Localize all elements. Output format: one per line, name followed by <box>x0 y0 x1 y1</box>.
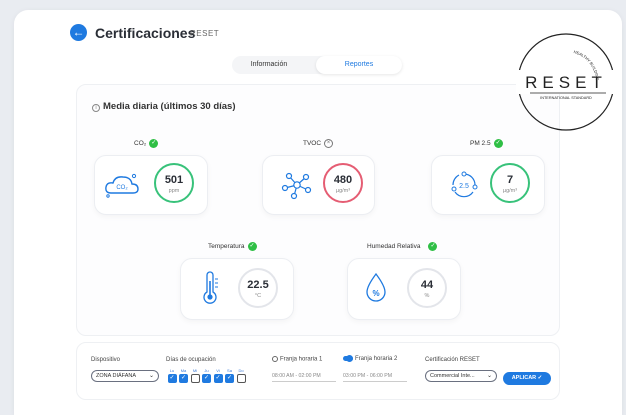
day-checkbox[interactable]: ✓ <box>202 374 211 383</box>
slot1-time-input[interactable]: 08:00 AM - 02:00 PM <box>272 373 336 382</box>
day-label: Ju <box>204 368 209 373</box>
water-drop-icon: % <box>366 272 386 302</box>
humidity-value: 44 <box>420 279 434 291</box>
day-label: Vi <box>216 368 220 373</box>
toggle-switch[interactable] <box>343 355 353 362</box>
cert-select[interactable]: Commercial Inte... ⌄ <box>425 370 497 382</box>
slot1-label: Franja horaria 1 <box>272 356 322 363</box>
particles-icon: 2.5 <box>451 171 478 198</box>
day-label: Sa <box>227 368 232 373</box>
tab-informacion[interactable]: Información <box>234 56 304 74</box>
humidity-value-ring: 44 % <box>407 268 447 308</box>
reset-logo: RESET INTERNATIONAL STANDARD HEALTHY BUI… <box>514 30 616 131</box>
humidity-label: Humedad Relativa ✓ <box>367 242 438 251</box>
check-icon: ✓ <box>247 242 257 251</box>
co2-value-ring: 501 ppm <box>154 163 194 203</box>
day-label: Mi <box>192 368 198 373</box>
molecule-icon <box>281 172 312 200</box>
day-checkbox[interactable]: ✓ <box>213 374 223 383</box>
svg-text:%: % <box>372 289 379 298</box>
slot2-label: Franja horaria 2 <box>343 355 397 362</box>
co2-label: CO₂ ✓ <box>134 139 159 148</box>
device-label: Dispositivo <box>91 357 121 363</box>
tab-reportes[interactable]: Reportes <box>316 56 402 74</box>
chevron-down-icon: ⌄ <box>148 373 154 379</box>
day-label: Lu <box>169 368 175 373</box>
cloud-co2-icon: CO₂ <box>105 173 139 198</box>
humidity-unit: % <box>424 293 430 299</box>
section-title: i Media diaria (últimos 30 días) <box>92 101 236 112</box>
temperature-unit: °C <box>254 293 262 299</box>
page-title: Certificaciones <box>95 25 196 41</box>
day-checkbox[interactable] <box>236 374 246 383</box>
pm25-unit: µg/m³ <box>502 188 518 194</box>
thermometer-icon <box>203 271 218 304</box>
check-icon: ✓ <box>428 242 438 251</box>
tab-bar: Información Reportes <box>232 56 402 74</box>
day-checkbox[interactable]: ✓ <box>179 374 188 383</box>
co2-value: 501 <box>164 174 184 186</box>
apply-button[interactable]: APLICAR ✓ <box>503 372 551 385</box>
check-icon: ✓ <box>493 139 503 148</box>
temperature-value-ring: 22.5 °C <box>238 268 278 308</box>
cert-label: Certificación RESET <box>425 357 480 363</box>
co2-unit: ppm <box>168 188 180 194</box>
device-select[interactable]: ZONA DIÁFANA ⌄ <box>91 370 159 382</box>
arrow-left-icon[interactable]: ← <box>70 24 87 41</box>
tvoc-value: 480 <box>333 174 353 186</box>
temperature-label: Temperatura ✓ <box>208 242 257 251</box>
day-label: Do <box>238 368 244 373</box>
chevron-down-icon: ⌄ <box>486 373 492 379</box>
pm25-value-ring: 7 µg/m³ <box>490 163 530 203</box>
svg-text:2.5: 2.5 <box>459 183 469 190</box>
day-label: Ma <box>180 368 187 373</box>
radio-button[interactable] <box>272 356 278 362</box>
day-checkbox[interactable]: ✓ <box>167 374 177 383</box>
days-label: Días de ocupación <box>166 357 216 363</box>
pm25-value: 7 <box>506 174 514 186</box>
day-checkbox[interactable]: ✓ <box>225 374 234 383</box>
tvoc-unit: µg/m³ <box>335 188 351 194</box>
x-circle-icon: × <box>324 139 334 148</box>
page-subtitle: RESET <box>190 29 220 38</box>
day-checkbox[interactable] <box>190 374 200 383</box>
tvoc-label: TVOC × <box>303 139 334 148</box>
temperature-value: 22.5 <box>247 279 269 291</box>
svg-text:INTERNATIONAL STANDARD: INTERNATIONAL STANDARD <box>540 96 592 100</box>
tvoc-value-ring: 480 µg/m³ <box>323 163 363 203</box>
pm25-label: PM 2.5 ✓ <box>470 139 503 148</box>
info-icon: i <box>92 104 100 112</box>
slot2-time-input[interactable]: 03:00 PM - 06:00 PM <box>343 373 407 382</box>
check-icon: ✓ <box>149 139 159 148</box>
svg-text:CO₂: CO₂ <box>116 185 128 191</box>
